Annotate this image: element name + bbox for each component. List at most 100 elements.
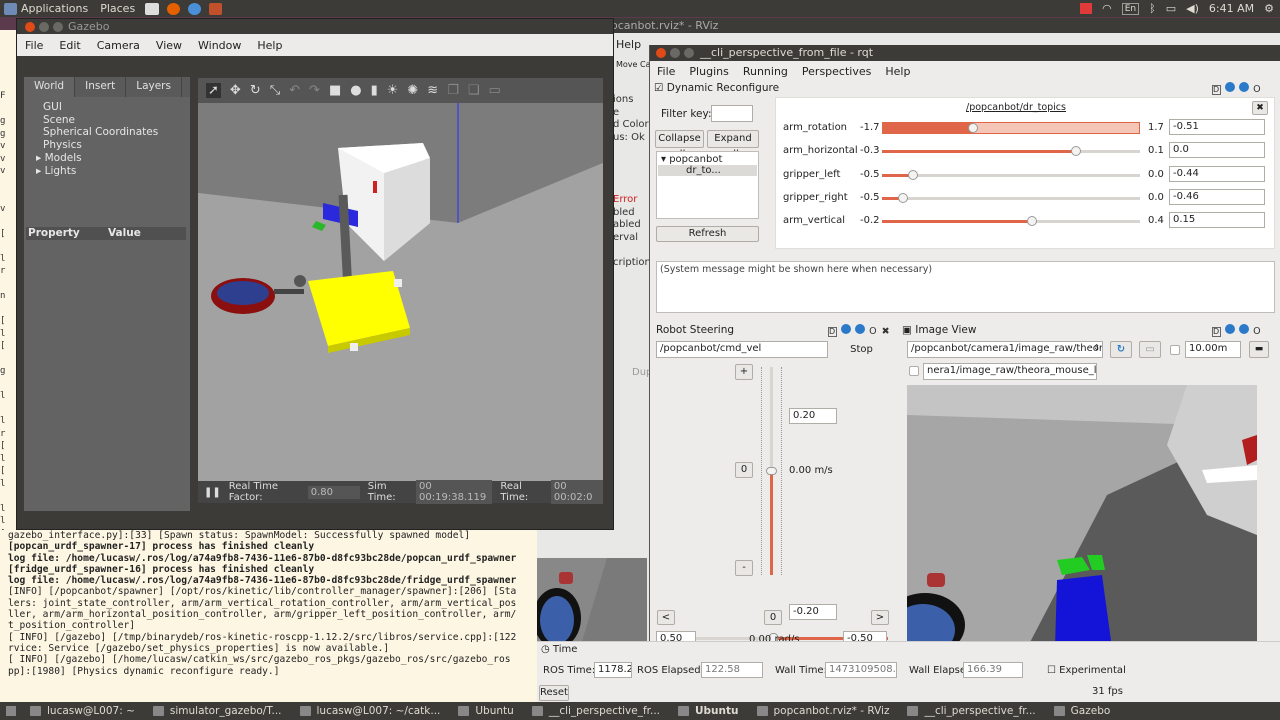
wifi-icon[interactable]: ◠ [1102, 2, 1112, 15]
tab-layers[interactable]: Layers [126, 77, 182, 97]
mouse-topic-input[interactable]: nera1/image_raw/theora_mouse_left [923, 363, 1097, 380]
tab-world[interactable]: World [24, 77, 76, 97]
dock-icon[interactable]: D [1212, 327, 1221, 337]
menu-edit[interactable]: Edit [51, 39, 88, 52]
param-slider-knob[interactable] [1070, 146, 1081, 157]
decrease-linear-button[interactable]: - [735, 560, 753, 576]
pause-icon[interactable]: ❚❚ [204, 487, 221, 498]
dock-icon[interactable]: D [1212, 85, 1221, 95]
help-icon[interactable] [855, 324, 866, 334]
taskbar-item[interactable]: popcanbot.rviz* - RViz [751, 705, 896, 717]
bluetooth-icon[interactable]: ᛒ [1149, 2, 1156, 15]
rviz-display-item[interactable] [613, 169, 651, 182]
rviz-display-item[interactable]: Error [613, 194, 651, 207]
tree-item-spherical[interactable]: Spherical Coordinates [36, 126, 190, 139]
close-icon[interactable]: ✖ [882, 326, 891, 337]
tree-item-gui[interactable]: GUI [36, 101, 190, 114]
tree-item-physics[interactable]: Physics [36, 139, 190, 152]
maximize-icon[interactable] [684, 48, 694, 58]
select-mode-icon[interactable]: ➚ [206, 83, 221, 98]
cylinder-shape-icon[interactable]: ▮ [371, 83, 378, 98]
rotate-icon[interactable]: ↻ [250, 83, 261, 98]
save-image-icon[interactable]: ▭ [1139, 341, 1161, 358]
undo-icon[interactable]: ↶ [289, 83, 300, 98]
keyboard-indicator[interactable]: En [1121, 2, 1140, 15]
param-slider-knob[interactable] [1026, 216, 1037, 227]
refresh-button[interactable]: Refresh [656, 226, 759, 242]
rviz-display-item[interactable] [613, 182, 651, 195]
min-linear-input[interactable]: -0.20 [789, 604, 837, 620]
paste-icon[interactable]: ❏ [468, 83, 480, 98]
smooth-checkbox[interactable] [1170, 345, 1180, 355]
checkbox-icon[interactable]: ☑ [654, 82, 663, 94]
param-value-input[interactable]: -0.44 [1169, 165, 1265, 182]
battery-icon[interactable]: ▭ [1166, 2, 1176, 15]
param-slider-knob[interactable] [907, 169, 918, 180]
camera-image[interactable] [907, 385, 1257, 648]
rviz-display-item[interactable]: bled [613, 207, 651, 220]
spot-light-icon[interactable]: ✺ [407, 83, 418, 98]
param-slider-knob[interactable] [897, 192, 908, 203]
taskbar-item[interactable]: Ubuntu [672, 705, 745, 717]
taskbar-item[interactable]: simulator_gazebo/T... [147, 705, 288, 717]
firefox-launcher-icon[interactable] [167, 2, 181, 15]
tree-item-scene[interactable]: Scene [36, 114, 190, 127]
param-slider[interactable] [882, 169, 1140, 180]
cmd-vel-topic-input[interactable]: /popcanbot/cmd_vel [656, 341, 828, 358]
distance-input[interactable]: 10.00m [1185, 341, 1241, 358]
menu-camera[interactable]: Camera [89, 39, 148, 52]
power-icon[interactable]: ⚙ [1264, 2, 1274, 15]
rviz-menu-help[interactable]: Help [616, 38, 641, 51]
param-slider-knob[interactable] [967, 123, 978, 133]
sphere-shape-icon[interactable]: ● [350, 83, 361, 98]
tree-item-lights[interactable]: ▸ Lights [36, 165, 190, 178]
param-value-input[interactable]: 0.0 [1169, 142, 1265, 159]
collapse-all-button[interactable]: Collapse all [655, 130, 704, 160]
experimental-checkbox[interactable]: ☐ Experimental [1047, 665, 1126, 676]
max-linear-input[interactable]: 0.20 [789, 408, 837, 424]
directional-light-icon[interactable]: ≋ [427, 83, 438, 98]
rviz-display-item[interactable]: us: Ok [613, 132, 651, 145]
scale-icon[interactable]: ⤡ [270, 83, 280, 98]
zero-linear-button[interactable]: 0 [735, 462, 753, 478]
rviz-display-item[interactable]: abled [613, 219, 651, 232]
rviz-display-item[interactable]: cription [613, 257, 651, 270]
reload-icon[interactable] [1225, 324, 1236, 334]
close-icon[interactable] [656, 48, 666, 58]
param-value-input[interactable]: 0.15 [1169, 212, 1265, 229]
refresh-topics-icon[interactable]: ↻ [1110, 341, 1132, 358]
rqt-menu-help[interactable]: Help [878, 65, 917, 78]
taskbar-item[interactable]: Ubuntu [452, 705, 519, 717]
image-topic-select[interactable]: /popcanbot/camera1/image_raw/theora ⇕ [907, 341, 1103, 358]
minimize-icon[interactable] [670, 48, 680, 58]
expand-arrow-icon[interactable]: ▸ [36, 165, 45, 177]
collapse-arrow-icon[interactable]: ▾ [661, 154, 669, 165]
translate-icon[interactable]: ✥ [230, 83, 241, 98]
clock[interactable]: 6:41 AM [1209, 2, 1254, 15]
increase-linear-button[interactable]: + [735, 364, 753, 380]
tree-item-models[interactable]: ▸ Models [36, 152, 190, 165]
chrome-launcher-icon[interactable] [188, 2, 202, 15]
screenshot-icon[interactable]: ▭ [489, 83, 501, 98]
volume-icon[interactable]: ◀) [1186, 2, 1199, 15]
tree-node-popcanbot[interactable]: ▾ popcanbot [657, 152, 758, 165]
reset-button[interactable]: Reset [539, 685, 569, 701]
rviz-display-item[interactable] [613, 157, 651, 170]
rviz-display-item[interactable]: ions [613, 94, 651, 107]
float-icon[interactable]: O [1253, 84, 1261, 95]
taskbar-item[interactable]: Gazebo [1048, 705, 1117, 717]
close-params-button[interactable]: ✖ [1252, 101, 1268, 115]
close-icon[interactable] [25, 22, 35, 32]
redo-icon[interactable]: ↷ [309, 83, 320, 98]
minimize-icon[interactable] [39, 22, 49, 32]
places-menu[interactable]: Places [94, 2, 141, 15]
float-icon[interactable]: O [1253, 326, 1261, 337]
taskbar-item[interactable]: __cli_perspective_fr... [526, 705, 666, 717]
expand-all-button[interactable]: Expand all [707, 130, 759, 160]
rviz-display-item[interactable]: d Color [613, 119, 651, 132]
menu-help[interactable]: Help [249, 39, 290, 52]
terminal-launcher-icon[interactable] [145, 2, 160, 15]
copy-icon[interactable]: ❐ [447, 83, 459, 98]
show-desktop-icon[interactable] [6, 706, 16, 716]
rqt-menu-file[interactable]: File [650, 65, 682, 78]
